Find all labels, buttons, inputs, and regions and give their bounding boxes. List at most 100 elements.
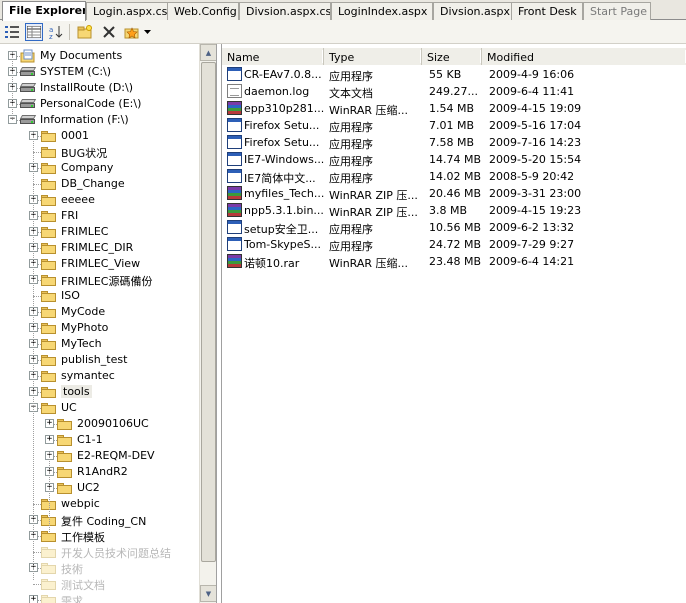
tab-divsion-aspx[interactable]: Divsion.aspx: [433, 2, 512, 20]
expand-toggle[interactable]: +: [45, 419, 54, 428]
file-row[interactable]: daemon.log 文本文档 249.27... 2009-6-4 11:41: [222, 83, 686, 100]
file-type: WinRAR ZIP 压...: [329, 189, 418, 202]
tab-start-page[interactable]: Start Page: [583, 2, 651, 20]
tree-item[interactable]: + E2-REQM-DEV: [0, 448, 199, 464]
folder-icon: [41, 370, 57, 382]
tree-item-label: FRIMLEC: [61, 225, 109, 238]
file-row[interactable]: IE7简体中文... 应用程序 14.02 MB 2008-5-9 20:42: [222, 168, 686, 185]
tree-connector: [33, 296, 41, 297]
file-size: 3.8 MB: [429, 204, 468, 217]
tree-item[interactable]: + publish_test: [0, 352, 199, 368]
file-size: 10.56 MB: [429, 221, 481, 234]
tree-item[interactable]: 开发人员技术问题总结: [0, 544, 199, 560]
file-row[interactable]: setup安全卫... 应用程序 10.56 MB 2009-6-2 13:32: [222, 219, 686, 236]
list-header: Name Type Size Modified: [222, 48, 686, 65]
tree-item[interactable]: 测试文档: [0, 576, 199, 592]
tree-item[interactable]: + FRIMLEC源碼備份: [0, 272, 199, 288]
tree-item[interactable]: + 工作模板: [0, 528, 199, 544]
tree-item-label: DB_Change: [61, 177, 125, 190]
expand-toggle[interactable]: +: [45, 435, 54, 444]
file-row[interactable]: CR-EAv7.0.8... 应用程序 55 KB 2009-4-9 16:06: [222, 66, 686, 83]
file-type: WinRAR ZIP 压...: [329, 206, 418, 219]
tree-item[interactable]: DB_Change: [0, 176, 199, 192]
tree-item[interactable]: + FRI: [0, 208, 199, 224]
folder-tree[interactable]: + My Documents + SYSTEM (C:\) + InstallRoute …: [0, 44, 217, 603]
column-header-type[interactable]: Type: [324, 48, 422, 65]
tree-item-label: C1-1: [77, 433, 103, 446]
favorites-dropdown-button[interactable]: [141, 23, 153, 41]
tab-divsion-aspx-cs[interactable]: Divsion.aspx.cs: [239, 2, 331, 20]
application-file-icon: [227, 118, 242, 132]
tree-item[interactable]: + Company: [0, 160, 199, 176]
tree-item[interactable]: + 需求: [0, 592, 199, 603]
file-name: CR-EAv7.0.8...: [244, 68, 322, 81]
tree-item[interactable]: + PersonalCode (E:\): [0, 96, 199, 112]
file-row[interactable]: epp310p281... WinRAR 压缩... 1.54 MB 2009-4-1…: [222, 100, 686, 117]
tree-item-label: 技術: [61, 563, 83, 576]
tree-item[interactable]: − Information (F:\): [0, 112, 199, 128]
tree-item[interactable]: BUG状况: [0, 144, 199, 160]
tree-item[interactable]: + FRIMLEC: [0, 224, 199, 240]
tree-scrollbar[interactable]: ▲ ▼: [199, 44, 216, 603]
file-row[interactable]: Tom-SkypeS... 应用程序 24.72 MB 2009-7-29 9:27: [222, 236, 686, 253]
tree-item[interactable]: + eeeee: [0, 192, 199, 208]
tab-front-desk[interactable]: Front Desk: [511, 2, 583, 20]
tab-file-explorer[interactable]: File Explorer: [2, 1, 86, 21]
tree-item[interactable]: +0001: [0, 128, 199, 144]
tree-item[interactable]: + MyCode: [0, 304, 199, 320]
file-type: 应用程序: [329, 138, 373, 151]
my-documents-icon: [20, 49, 36, 63]
scroll-thumb[interactable]: [201, 62, 216, 562]
file-row[interactable]: IE7-Windows... 应用程序 14.74 MB 2009-5-20 15:5…: [222, 151, 686, 168]
file-row[interactable]: Firefox Setu... 应用程序 7.58 MB 2009-7-16 14:2…: [222, 134, 686, 151]
tree-item[interactable]: + SYSTEM (C:\): [0, 64, 199, 80]
tree-item[interactable]: webpic: [0, 496, 199, 512]
tree-item[interactable]: + 复件 Coding_CN: [0, 512, 199, 528]
file-row[interactable]: myfiles_Tech... WinRAR ZIP 压... 20.46 MB 20…: [222, 185, 686, 202]
tree-item-label: 需求: [61, 595, 83, 603]
tab-loginindex-aspx[interactable]: LoginIndex.aspx: [331, 2, 433, 20]
tree-item[interactable]: + My Documents: [0, 48, 199, 64]
tree-item[interactable]: ISO: [0, 288, 199, 304]
tree-item[interactable]: + R1AndR2: [0, 464, 199, 480]
tree-item[interactable]: + InstallRoute (D:\): [0, 80, 199, 96]
list-view-button[interactable]: [3, 23, 21, 41]
delete-button[interactable]: [100, 23, 118, 41]
tab-web-config[interactable]: Web.Config: [167, 2, 239, 20]
details-view-button[interactable]: [25, 23, 43, 41]
tree-item[interactable]: + MyTech: [0, 336, 199, 352]
file-type: 应用程序: [329, 172, 373, 185]
tree-item[interactable]: − UC: [0, 400, 199, 416]
file-list[interactable]: Name Type Size Modified CR-EAv7.0.8... 应用…: [221, 44, 686, 603]
drive-icon: [19, 99, 37, 109]
tab-login-aspx-cs[interactable]: Login.aspx.cs: [86, 2, 168, 20]
file-name: Firefox Setu...: [244, 119, 320, 132]
sort-button[interactable]: a z: [47, 23, 65, 41]
expand-toggle[interactable]: +: [29, 595, 38, 603]
tree-item[interactable]: + 技術: [0, 560, 199, 576]
column-header-name[interactable]: Name: [222, 48, 324, 65]
file-name: Tom-SkypeS...: [244, 238, 321, 251]
scroll-up-arrow-icon[interactable]: ▲: [200, 44, 216, 61]
tree-item[interactable]: + symantec: [0, 368, 199, 384]
file-row[interactable]: Firefox Setu... 应用程序 7.01 MB 2009-5-16 17:0…: [222, 117, 686, 134]
scroll-down-arrow-icon[interactable]: ▼: [200, 585, 216, 602]
tree-item[interactable]: + FRIMLEC_DIR: [0, 240, 199, 256]
tree-item[interactable]: +20090106UC: [0, 416, 199, 432]
file-type: 应用程序: [329, 121, 373, 134]
file-row[interactable]: 诺顿10.rar WinRAR 压缩... 23.48 MB 2009-6-4 14:…: [222, 253, 686, 270]
tree-item[interactable]: + tools: [0, 384, 199, 400]
new-folder-button[interactable]: [76, 23, 94, 41]
file-modified: 2009-7-29 9:27: [489, 238, 575, 251]
tree-item[interactable]: + UC2: [0, 480, 199, 496]
file-name: daemon.log: [244, 85, 310, 98]
column-header-size[interactable]: Size: [422, 48, 482, 65]
file-row[interactable]: npp5.3.1.bin... WinRAR ZIP 压... 3.8 MB 2009…: [222, 202, 686, 219]
favorites-button[interactable]: [123, 23, 141, 41]
tree-item[interactable]: + C1-1: [0, 432, 199, 448]
tree-item[interactable]: + MyPhoto: [0, 320, 199, 336]
folder-icon: [41, 594, 57, 603]
list-view-icon: [5, 26, 19, 38]
column-header-modified[interactable]: Modified: [482, 48, 686, 65]
tree-item[interactable]: + FRIMLEC_View: [0, 256, 199, 272]
